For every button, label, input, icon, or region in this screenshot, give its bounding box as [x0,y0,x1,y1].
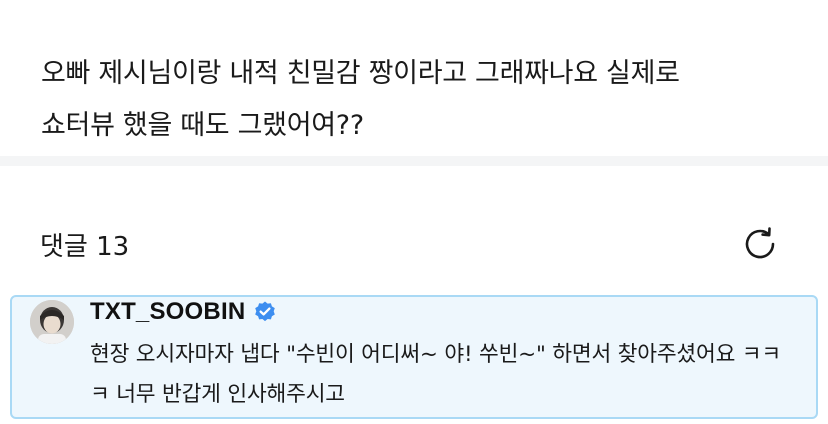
verified-badge-icon [255,301,276,322]
comment-author-name[interactable]: TXT_SOOBIN [90,298,245,326]
post-text: 오빠 제시님이랑 내적 친밀감 짱이라고 그래짜나요 실제로 쇼터뷰 했을 때도… [41,58,680,141]
avatar-photo [30,300,74,344]
comments-header: 댓글 13 [0,166,828,294]
comment-text: 현장 오시자마자 냅다 "수빈이 어디써~ 야! 쑤빈~" 하면서 찾아주셨어요… [90,342,781,407]
avatar[interactable] [30,300,74,344]
refresh-button[interactable] [738,222,782,266]
comment-count-label: 댓글 13 [40,232,130,262]
section-divider [0,156,828,166]
post-body: 오빠 제시님이랑 내적 친밀감 짱이라고 그래짜나요 실제로 쇼터뷰 했을 때도… [0,0,828,156]
refresh-icon [745,227,775,259]
pinned-comment[interactable]: TXT_SOOBIN 현장 오시자마자 냅다 "수빈이 어디써~ 야! 쑤빈~"… [10,295,818,419]
comment-author-row: TXT_SOOBIN [90,297,277,327]
